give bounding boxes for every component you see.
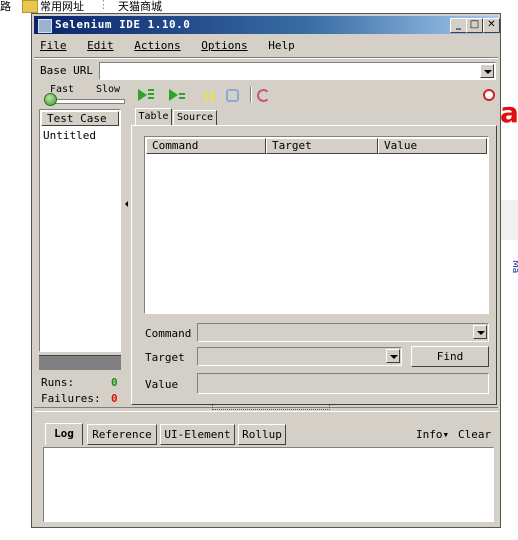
bookmark-common-sites[interactable]: 常用网址	[40, 0, 84, 14]
clear-log-button[interactable]: Clear	[458, 428, 491, 441]
maximize-button[interactable]: □	[466, 18, 483, 33]
selenium-app-icon	[38, 19, 52, 33]
target-dropdown-button[interactable]	[386, 349, 400, 363]
test-case-header[interactable]: Test Case	[41, 111, 119, 126]
title-bar[interactable]: Selenium IDE 1.10.0 _ □ ✕	[34, 16, 500, 34]
base-url-label: Base URL	[40, 64, 93, 77]
command-field[interactable]	[197, 323, 489, 342]
bookmark-tmall[interactable]: 天猫商城	[118, 0, 162, 14]
menu-actions[interactable]: Actions	[134, 39, 180, 52]
play-test-button[interactable]	[169, 89, 185, 103]
command-label: Command	[145, 327, 192, 340]
horizontal-splitter[interactable]	[34, 405, 498, 412]
background-text: 路	[0, 0, 11, 13]
play-suite-button[interactable]	[138, 89, 154, 103]
column-target[interactable]: Target	[266, 138, 378, 154]
menu-bar: File Edit Actions Options Help	[40, 39, 309, 55]
value-label: Value	[145, 378, 179, 391]
menu-help[interactable]: Help	[268, 39, 295, 52]
failures-label: Failures:	[41, 392, 101, 405]
speed-slow-label: Slow	[96, 84, 121, 95]
splitter-grip[interactable]	[212, 405, 330, 410]
close-button[interactable]: ✕	[483, 18, 500, 33]
find-button[interactable]: Find	[411, 346, 489, 367]
record-button[interactable]	[483, 89, 495, 101]
play-test-icon	[169, 89, 178, 101]
info-dropdown[interactable]: Info▾	[416, 428, 449, 441]
target-label: Target	[145, 351, 185, 364]
base-url-input[interactable]	[99, 62, 496, 80]
tab-log[interactable]: Log	[45, 423, 83, 445]
background-red-text: a	[500, 96, 518, 129]
bookmark-separator: ⋮	[98, 0, 109, 11]
background-bookmark-bar: 路 常用网址 ⋮ 天猫商城	[0, 0, 518, 13]
column-value[interactable]: Value	[378, 138, 487, 154]
tab-reference[interactable]: Reference	[87, 424, 157, 445]
menu-divider	[34, 57, 498, 59]
tab-source[interactable]: Source	[173, 110, 217, 125]
failures-value: 0	[111, 392, 118, 405]
speed-slider-track[interactable]	[47, 99, 125, 104]
vertical-splitter[interactable]	[125, 109, 129, 404]
runs-value: 0	[111, 376, 118, 389]
tab-rollup[interactable]: Rollup	[238, 424, 286, 445]
pause-button[interactable]	[204, 91, 214, 102]
step-button[interactable]	[226, 89, 239, 102]
menu-edit[interactable]: Edit	[87, 39, 114, 52]
test-case-list: Test Case Untitled	[39, 109, 121, 352]
folder-icon	[22, 0, 38, 13]
splitter-arrow-icon	[125, 201, 128, 207]
value-field[interactable]	[197, 373, 489, 394]
log-output	[43, 447, 494, 522]
window-title: Selenium IDE 1.10.0	[55, 18, 191, 31]
menu-options[interactable]: Options	[201, 39, 247, 52]
target-field[interactable]	[197, 347, 402, 366]
tab-table[interactable]: Table	[135, 108, 172, 125]
minimize-button[interactable]: _	[450, 18, 467, 33]
tab-ui-element[interactable]: UI-Element	[160, 424, 235, 445]
menu-file[interactable]: File	[40, 39, 67, 52]
selenium-ide-window: Selenium IDE 1.10.0 _ □ ✕ File Edit Acti…	[31, 13, 501, 528]
command-table[interactable]: Command Target Value	[144, 136, 489, 314]
speed-slider-knob[interactable]	[44, 93, 57, 106]
background-panel	[500, 200, 518, 240]
test-case-item[interactable]: Untitled	[43, 129, 96, 142]
log-tabbar: Log Reference UI-Element Rollup Info▾ Cl…	[43, 423, 495, 445]
base-url-dropdown-button[interactable]	[480, 64, 494, 78]
rollup-icon[interactable]	[257, 89, 270, 102]
command-dropdown-button[interactable]	[473, 325, 487, 339]
background-blue-text: Ma	[510, 260, 518, 274]
progress-bar	[39, 355, 121, 370]
column-command[interactable]: Command	[146, 138, 266, 154]
runs-label: Runs:	[41, 376, 75, 389]
play-suite-icon	[138, 89, 147, 101]
toolbar-separator	[250, 87, 252, 103]
